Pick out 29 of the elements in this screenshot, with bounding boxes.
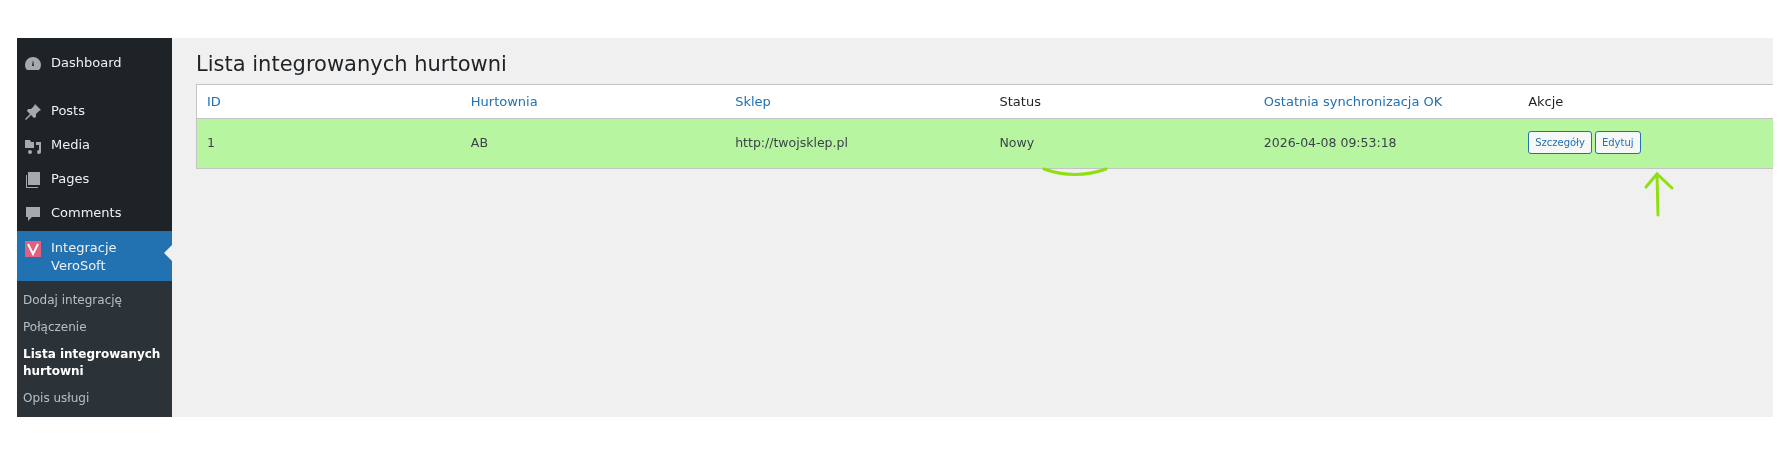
table-cell: 1	[207, 135, 215, 150]
submenu-item[interactable]: Połączenie	[17, 314, 172, 341]
comment-icon	[23, 204, 43, 224]
logo-icon	[23, 239, 43, 259]
action-button[interactable]: Szczegóły	[1528, 131, 1592, 154]
pin-icon	[23, 102, 43, 122]
submenu-item[interactable]: Lista integrowanych hurtowni	[17, 341, 172, 385]
column-header[interactable]: Sklep	[725, 84, 990, 119]
menu-item[interactable]: Media	[17, 129, 172, 163]
submenu-item[interactable]: Opis usługi	[17, 385, 172, 412]
action-button[interactable]: Edytuj	[1594, 131, 1641, 154]
menu-item[interactable]: Comments	[17, 197, 172, 231]
table-cell: http://twojsklep.pl	[735, 135, 848, 150]
menu-item[interactable]: Dashboard	[17, 47, 172, 81]
submenu-item[interactable]: Dodaj integrację	[17, 287, 172, 314]
table-cell: Nowy	[999, 135, 1035, 150]
menu-item[interactable]: Integracje VeroSoft	[17, 231, 172, 281]
column-header: Status	[989, 84, 1254, 119]
column-header[interactable]: Hurtownia	[460, 84, 726, 119]
column-header: Akcje	[1518, 84, 1773, 119]
page-title: Lista integrowanych hurtowni	[196, 51, 508, 78]
column-header[interactable]: Ostatnia synchronizacja OK	[1253, 84, 1519, 119]
table-cell: AB	[470, 135, 488, 150]
menu-item[interactable]: Posts	[17, 95, 172, 129]
menu-item[interactable]: Pages	[17, 163, 172, 197]
underline-drawing	[1042, 166, 1108, 178]
pages-icon	[23, 170, 43, 190]
column-header[interactable]: ID	[196, 84, 461, 119]
table-cell: 2026-04-08 09:53:18	[1263, 135, 1397, 150]
